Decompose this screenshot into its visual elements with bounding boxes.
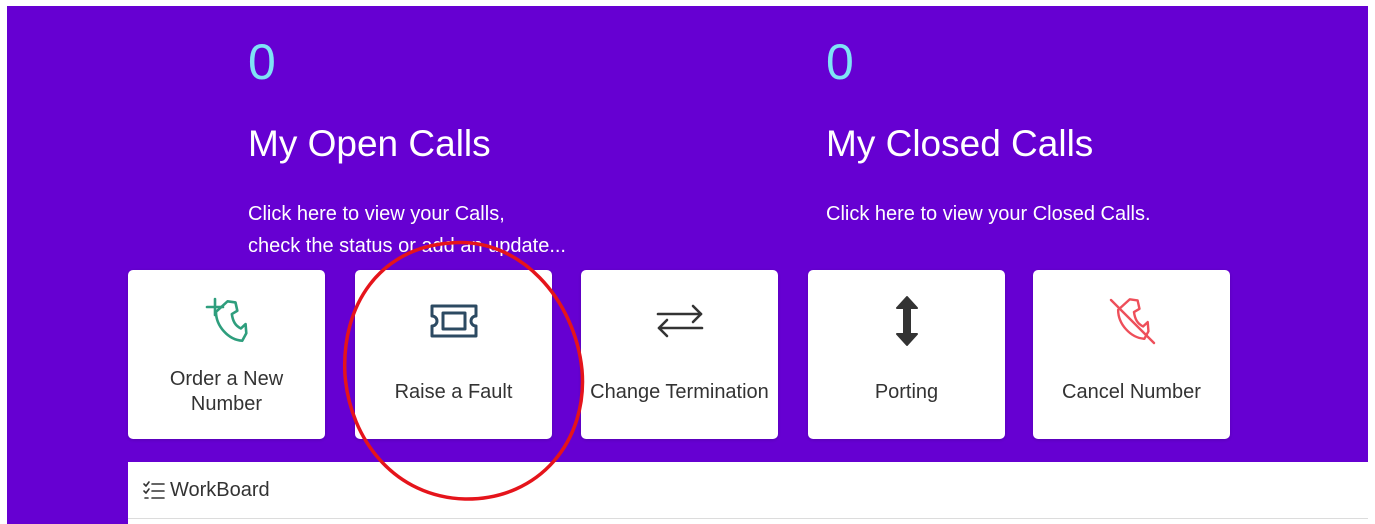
open-calls-description-line2: check the status or add an update... xyxy=(248,235,566,257)
closed-calls-title: My Closed Calls xyxy=(826,123,1094,164)
arrows-vertical-icon xyxy=(882,294,932,348)
open-calls-description: Click here to view your Calls, check the… xyxy=(248,198,566,262)
workboard-title: WorkBoard xyxy=(170,478,270,501)
arrows-exchange-icon xyxy=(655,294,705,348)
closed-calls-count: 0 xyxy=(826,34,854,90)
order-new-number-label: Order a New Number xyxy=(169,368,284,415)
cancel-number-tile[interactable]: Cancel Number xyxy=(1033,270,1230,439)
ticket-icon xyxy=(429,294,479,348)
workboard-panel: WorkBoard xyxy=(128,462,1368,524)
phone-off-icon xyxy=(1107,294,1157,348)
change-termination-label: Change Termination xyxy=(590,380,769,403)
cancel-number-label: Cancel Number xyxy=(1062,380,1201,403)
change-termination-tile[interactable]: Change Termination xyxy=(581,270,778,439)
open-calls-card[interactable]: 0 My Open Calls Click here to view your … xyxy=(248,32,748,272)
raise-fault-label: Raise a Fault xyxy=(394,380,513,403)
porting-tile[interactable]: Porting xyxy=(808,270,1005,439)
closed-calls-description-line1: Click here to view your Closed Calls. xyxy=(826,203,1151,225)
porting-label: Porting xyxy=(874,380,939,403)
open-calls-description-line1: Click here to view your Calls, xyxy=(248,203,505,225)
raise-fault-tile[interactable]: Raise a Fault xyxy=(355,270,552,439)
checklist-icon xyxy=(142,479,166,501)
order-new-number-tile[interactable]: Order a New Number xyxy=(128,270,325,439)
workboard-header[interactable]: WorkBoard xyxy=(128,462,1368,519)
closed-calls-description: Click here to view your Closed Calls. xyxy=(826,198,1151,230)
phone-add-icon xyxy=(202,294,252,348)
open-calls-count: 0 xyxy=(248,34,276,90)
open-calls-title: My Open Calls xyxy=(248,123,491,164)
closed-calls-card[interactable]: 0 My Closed Calls Click here to view you… xyxy=(826,32,1326,272)
